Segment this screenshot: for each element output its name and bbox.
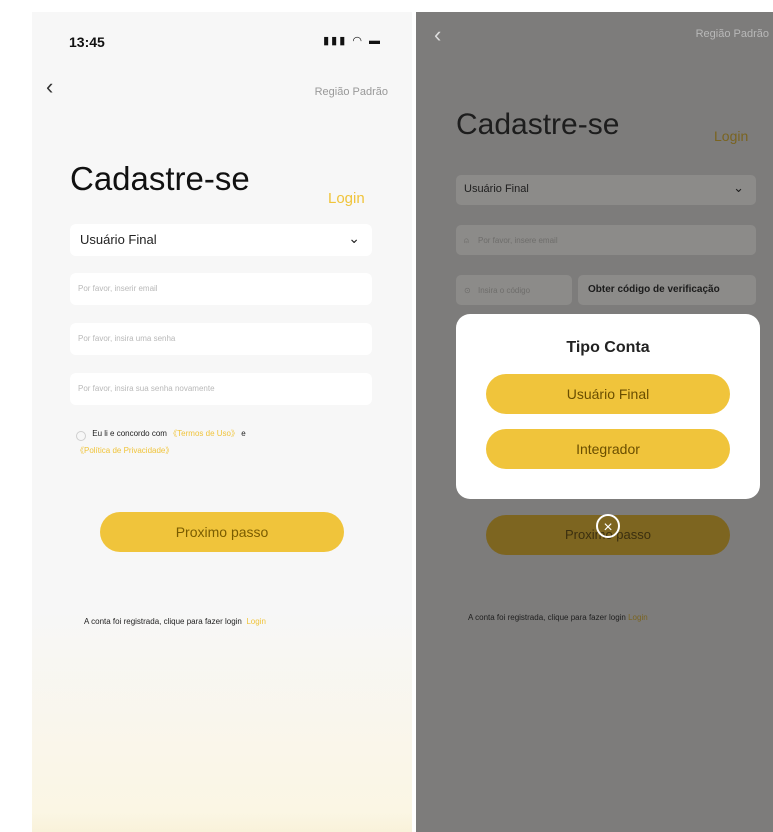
footer: A conta foi registrada, clique para faze… <box>468 613 773 622</box>
account-type-modal: Tipo Conta Usuário Final Integrador <box>456 314 760 499</box>
terms-text: Eu li e concordo com 《Termos de Uso》 e 《… <box>76 425 376 459</box>
footer-login-link[interactable]: Login <box>246 617 266 626</box>
get-code-label: Obter código de verificação <box>588 284 720 295</box>
password-field[interactable]: Por favor, insira uma senha <box>70 323 372 355</box>
get-code-button[interactable]: Obter código de verificação <box>578 275 756 305</box>
code-field[interactable]: ⊙ Insira o código <box>456 275 572 305</box>
privacy-policy-link[interactable]: 《Política de Privacidade》 <box>76 446 173 455</box>
wifi-icon: ◠ <box>352 35 364 47</box>
option-integrator-button[interactable]: Integrador <box>486 429 730 469</box>
region-selector[interactable]: Região Padrão <box>315 86 388 98</box>
next-step-button[interactable]: Proximo passo <box>100 512 344 552</box>
account-type-value: Usuário Final <box>80 232 157 247</box>
terms-and: e <box>241 429 246 438</box>
footer-text: A conta foi registrada, clique para faze… <box>84 617 242 626</box>
back-chevron-icon[interactable]: ‹ <box>434 22 441 48</box>
page-title: Cadastre-se <box>456 108 620 141</box>
code-placeholder: Insira o código <box>478 286 531 295</box>
account-type-select[interactable]: Usuário Final ⌄ <box>70 224 372 256</box>
footer-login-link[interactable]: Login <box>628 613 648 622</box>
option-end-user-button[interactable]: Usuário Final <box>486 374 730 414</box>
login-link[interactable]: Login <box>328 190 365 207</box>
status-icons: ▮▮▮ ◠ ▬ <box>323 34 382 47</box>
email-placeholder: Por favor, inserir email <box>78 284 158 293</box>
region-selector[interactable]: Região Padrão <box>696 28 769 40</box>
close-icon[interactable]: × <box>596 514 620 538</box>
footer: A conta foi registrada, clique para faze… <box>84 611 404 629</box>
chevron-down-icon: ⌄ <box>348 230 360 246</box>
email-field[interactable]: ⍝ Por favor, insere email <box>456 225 756 255</box>
page-title: Cadastre-se <box>70 160 250 197</box>
account-type-value: Usuário Final <box>464 183 529 195</box>
email-placeholder: Por favor, insere email <box>478 236 558 245</box>
email-field[interactable]: Por favor, inserir email <box>70 273 372 305</box>
password-confirm-field[interactable]: Por favor, insira sua senha novamente <box>70 373 372 405</box>
battery-icon: ▬ <box>369 35 382 47</box>
terms-of-use-link[interactable]: 《Termos de Uso》 <box>169 429 239 438</box>
user-icon: ⍝ <box>464 236 469 245</box>
footer-text: A conta foi registrada, clique para faze… <box>468 613 626 622</box>
register-screen-modal-open: ‹ Região Padrão Cadastre-se Login Usuári… <box>416 12 773 832</box>
modal-title: Tipo Conta <box>566 339 650 356</box>
password-confirm-placeholder: Por favor, insira sua senha novamente <box>78 384 215 393</box>
account-type-select[interactable]: Usuário Final ⌄ <box>456 175 756 205</box>
signal-icon: ▮▮▮ <box>323 35 348 47</box>
login-link[interactable]: Login <box>714 128 748 144</box>
register-screen: 13:45 ▮▮▮ ◠ ▬ ‹ Região Padrão Cadastre-s… <box>32 12 412 832</box>
shield-icon: ⊙ <box>464 286 471 295</box>
chevron-down-icon: ⌄ <box>733 180 744 195</box>
password-placeholder: Por favor, insira uma senha <box>78 334 176 343</box>
status-time: 13:45 <box>69 34 105 50</box>
terms-prefix: Eu li e concordo com <box>92 429 167 438</box>
back-chevron-icon[interactable]: ‹ <box>46 74 53 100</box>
